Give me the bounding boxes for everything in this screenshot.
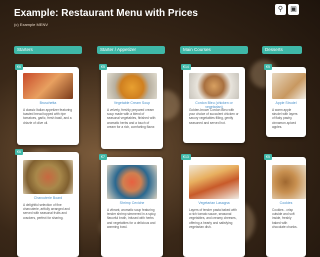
price-badge: €6 (15, 64, 23, 70)
price-badge: €13 (181, 154, 191, 160)
dish-description: A delightful selection of fine charcuter… (23, 203, 70, 220)
dish-description: Layers of tender pasta baked with a rich… (189, 208, 237, 229)
column-header-appetizer: Starter / Appetizer (97, 46, 165, 54)
cookies-image (272, 165, 306, 199)
dish-description: Cookies - crisp outside and soft inside,… (272, 208, 298, 229)
column-header-main: Main Courses (180, 46, 248, 54)
menu-card[interactable]: €13 Vegetarian Lasagna Layers of tender … (181, 154, 245, 257)
menu-card[interactable]: €7 Shrimp Ceviche A vibrant, aromatic so… (99, 154, 163, 257)
price-badge: €5 (99, 64, 107, 70)
cordon-bleu-image (189, 73, 239, 99)
dish-description: A classic Italian appetizer featuring to… (23, 108, 73, 125)
ceviche-image (107, 165, 157, 199)
charcuterie-image (23, 160, 73, 194)
column-header-desserts: Desserts (262, 46, 302, 54)
dish-caption[interactable]: Charcuterie Board (23, 196, 73, 200)
dish-caption[interactable]: Vegetarian Lasagna (189, 201, 239, 205)
column-header-starters: Starters (14, 46, 82, 54)
dish-description: Golden-brown Cordon Bleu with your choic… (189, 108, 239, 125)
menu-card[interactable]: €14 Cordon Bleu (chicken or vegetarian) … (181, 64, 245, 143)
price-badge: €14 (181, 64, 191, 70)
menu-card[interactable]: €5 Vegetable Cream Soup A velvety, fresh… (99, 64, 163, 149)
menu-card[interactable]: €5 Apple Strudel A warm apple strudel wi… (264, 64, 306, 137)
dish-caption[interactable]: Vegetable Cream Soup (107, 101, 157, 105)
price-badge: €5 (264, 64, 272, 70)
dish-caption[interactable]: Shrimp Ceviche (107, 201, 157, 205)
price-badge: €6 (15, 149, 23, 155)
dish-caption[interactable]: Bruschetta (23, 101, 73, 105)
menu-card[interactable]: €6 Charcuterie Board A delightful select… (15, 149, 79, 257)
dish-description: A warm apple strudel with layers of flak… (272, 108, 298, 129)
search-icon[interactable]: ⚲ (275, 4, 286, 15)
menu-icon[interactable]: ▣ (288, 4, 299, 15)
menu-card[interactable]: €5 Cookies Cookies - crisp outside and s… (264, 154, 306, 257)
menu-card[interactable]: €6 Bruschetta A classic Italian appetize… (15, 64, 79, 145)
page-title: Example: Restaurant Menu with Prices (14, 8, 198, 19)
strudel-image (272, 73, 306, 99)
dish-caption[interactable]: Apple Strudel (272, 101, 300, 105)
bruschetta-image (23, 73, 73, 99)
price-badge: €5 (264, 154, 272, 160)
price-badge: €7 (99, 154, 107, 160)
soup-image (107, 73, 157, 99)
lasagna-image (189, 165, 239, 199)
dish-description: A vibrant, aromatic soup featuring tende… (107, 208, 157, 229)
dish-caption[interactable]: Cookies (272, 201, 300, 205)
page-subtitle: (c) Example MENV (14, 22, 49, 27)
dish-description: A velvety, freshly prepared cream soup m… (107, 108, 156, 129)
